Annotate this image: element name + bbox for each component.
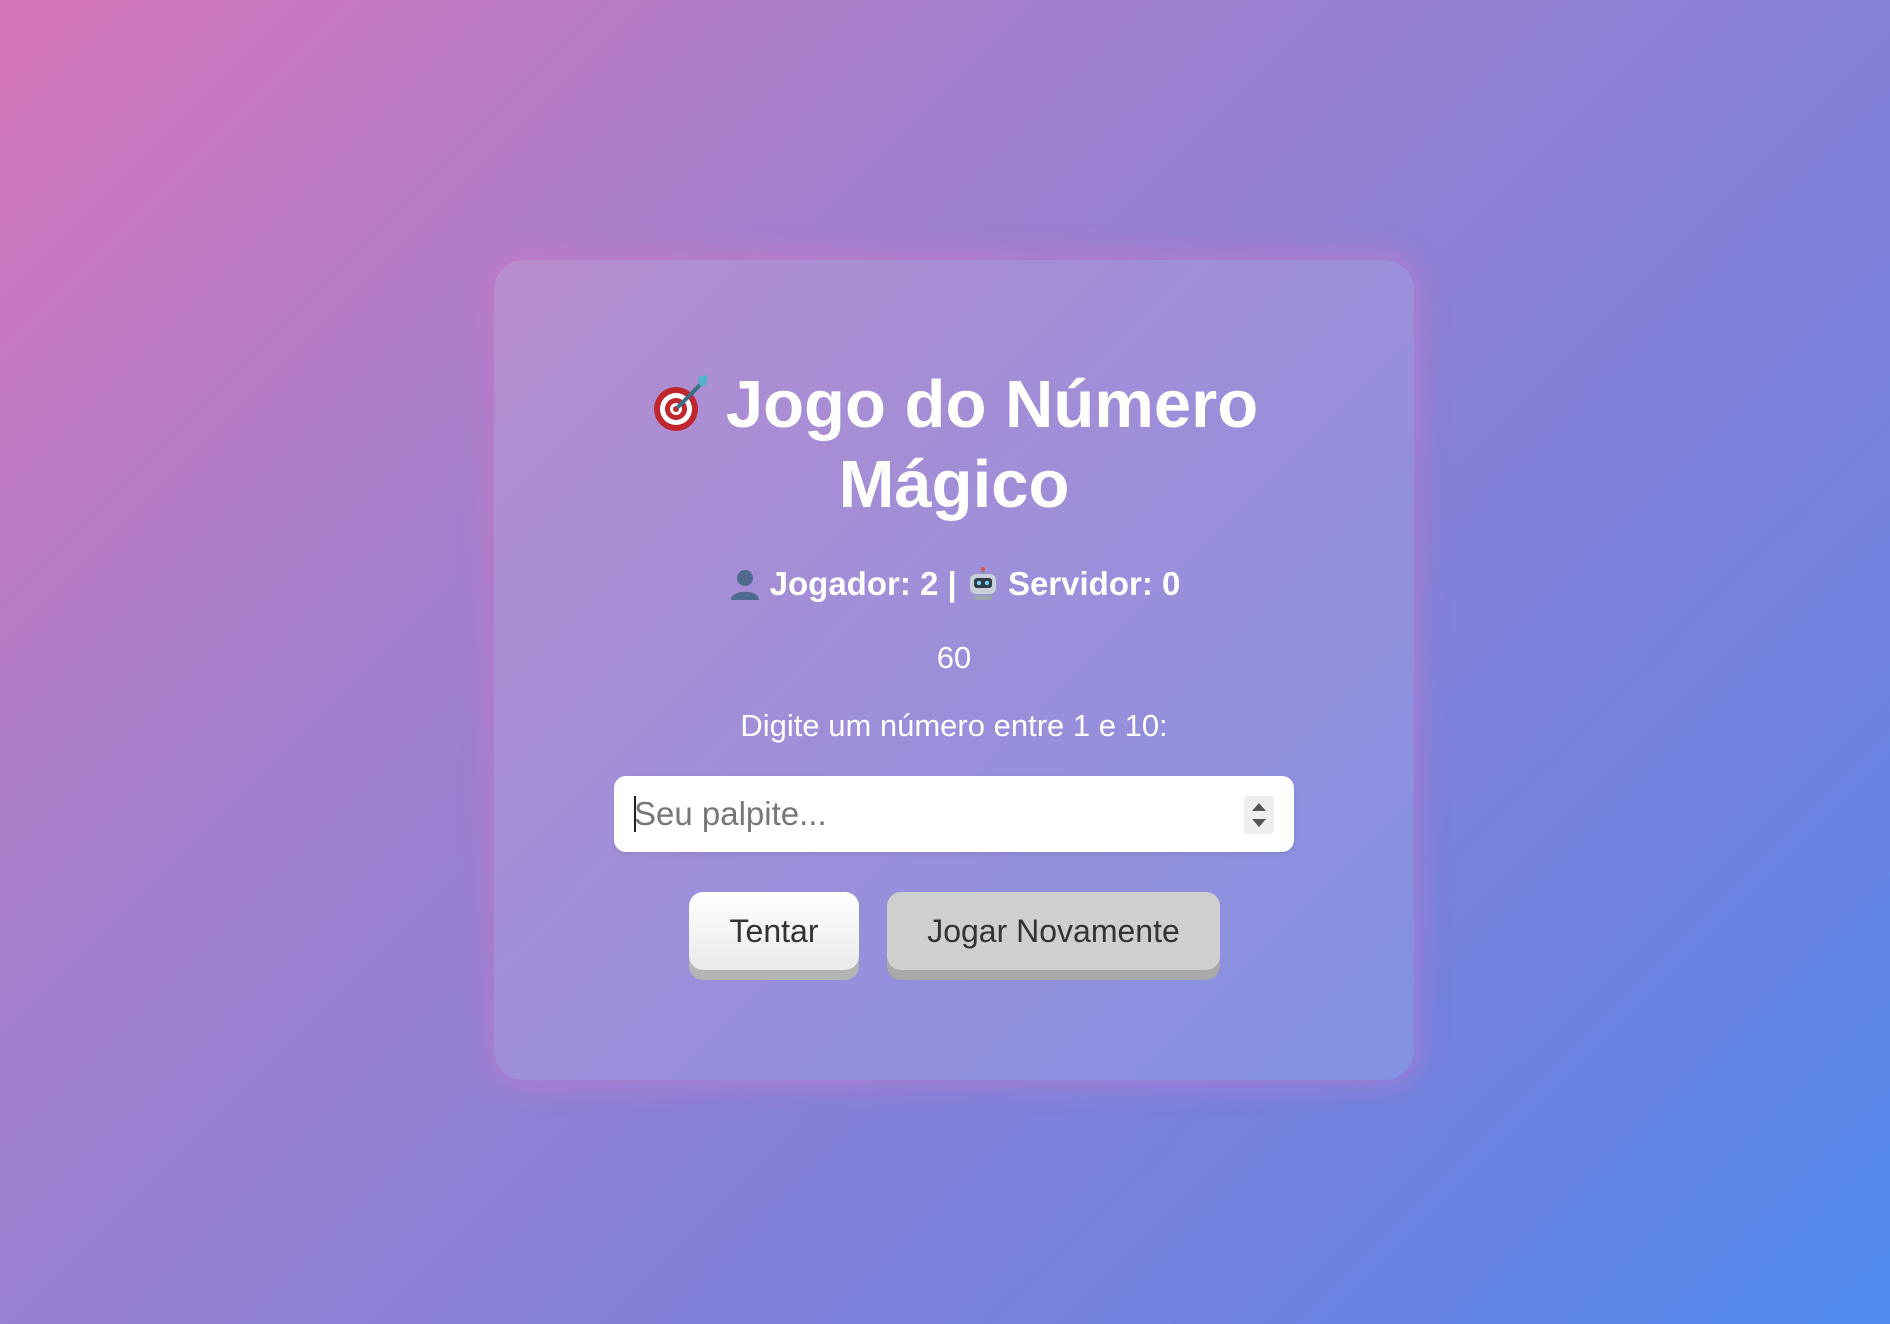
page-title: Jogo do Número Mágico — [494, 365, 1414, 525]
game-card: Jogo do Número Mágico Jogador: 2 | Servi… — [494, 260, 1414, 1080]
try-button[interactable]: Tentar — [689, 892, 859, 970]
score-separator: | — [947, 565, 957, 602]
increment-arrow-icon[interactable] — [1252, 803, 1266, 811]
robot-icon — [969, 567, 996, 600]
guess-input[interactable] — [614, 776, 1224, 852]
scoreboard: Jogador: 2 | Servidor: 0 — [494, 562, 1414, 606]
play-again-button[interactable]: Jogar Novamente — [887, 892, 1220, 970]
title-text: Jogo do Número Mágico — [725, 367, 1259, 522]
number-stepper[interactable] — [1244, 796, 1274, 834]
server-score: Servidor: 0 — [1007, 565, 1181, 602]
person-silhouette-icon — [730, 570, 759, 600]
guess-prompt: Digite um número entre 1 e 10: — [740, 708, 1168, 743]
guess-field[interactable] — [614, 776, 1294, 852]
decrement-arrow-icon[interactable] — [1252, 819, 1266, 827]
player-score: Jogador: 2 — [769, 565, 939, 602]
text-caret — [634, 796, 636, 832]
dart-target-icon — [653, 375, 708, 431]
countdown-timer: 60 — [936, 640, 972, 675]
